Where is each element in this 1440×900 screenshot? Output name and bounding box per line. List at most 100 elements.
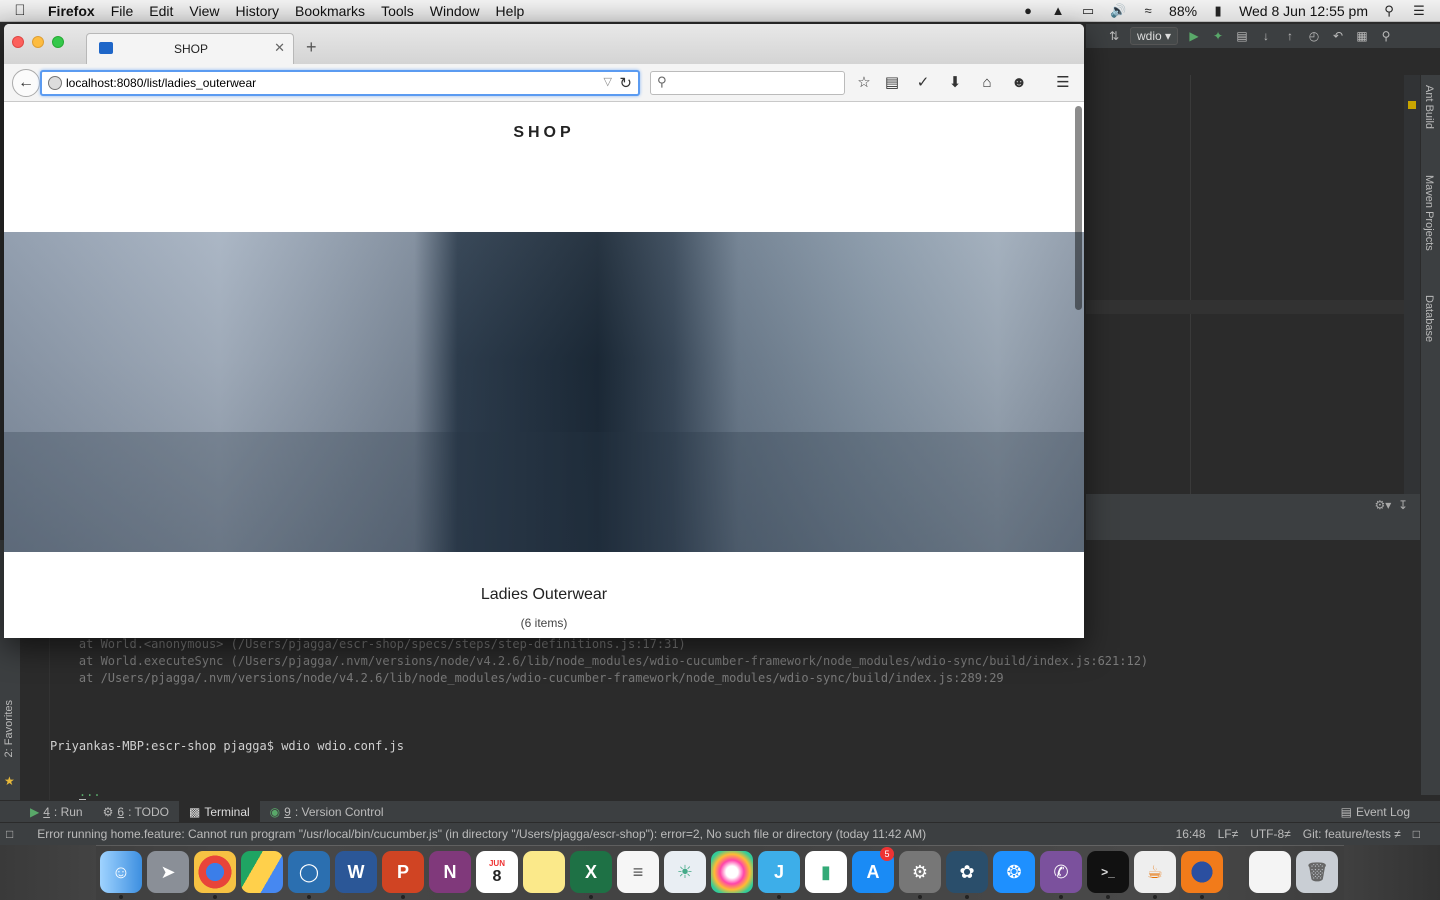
tool-tab-todo[interactable]: ⚙ 6: TODO [93, 801, 179, 823]
revert-icon[interactable]: ↶ [1330, 28, 1346, 44]
minimize-window-button[interactable] [32, 36, 44, 48]
code-editor[interactable] [1086, 75, 1404, 515]
debug-icon[interactable]: ✦ [1210, 28, 1226, 44]
search-everywhere-icon[interactable]: ⚲ [1378, 28, 1394, 44]
menu-tools[interactable]: Tools [373, 0, 422, 22]
tool-tab-maven-projects[interactable]: Maven Projects [1423, 175, 1435, 251]
menu-history[interactable]: History [227, 0, 287, 22]
status-message[interactable]: Error running home.feature: Cannot run p… [13, 827, 1175, 841]
terminal-app-icon[interactable]: >_ [1087, 851, 1129, 893]
intellij-icon[interactable]: J [758, 851, 800, 893]
caret-position[interactable]: 16:48 [1176, 827, 1206, 841]
file-encoding[interactable]: UTF-8≠ [1250, 827, 1291, 841]
structure-icon[interactable]: ▦ [1354, 28, 1370, 44]
menu-window[interactable]: Window [422, 0, 488, 22]
wifi-icon[interactable]: ≈ [1139, 3, 1157, 19]
tab-shop[interactable]: SHOP ✕ [86, 33, 294, 64]
reload-icon[interactable]: ↻ [619, 74, 632, 92]
page-scrollbar[interactable] [1075, 106, 1082, 310]
reading-list-icon[interactable]: ▤ [882, 73, 902, 93]
airplay-icon[interactable]: ▭ [1079, 3, 1097, 19]
tool-tab-event-log[interactable]: ▤ Event Log [1331, 801, 1440, 823]
url-bar[interactable]: localhost:8080/list/ladies_outerwear ▽ ↻ [40, 70, 640, 96]
skype-status-icon[interactable]: ● [1019, 3, 1037, 19]
google-drive-icon[interactable] [241, 851, 283, 893]
lock-icon[interactable]: □ [1413, 827, 1420, 841]
git-branch[interactable]: Git: feature/tests ≠ [1303, 827, 1401, 841]
tool-tab-terminal[interactable]: ▩ Terminal [178, 800, 260, 823]
menu-app-name[interactable]: Firefox [40, 0, 103, 22]
system-preferences-icon[interactable]: ⚙ [899, 851, 941, 893]
safari-icon[interactable]: ❂ [993, 851, 1035, 893]
tool-tab-run[interactable]: ▶ 4: Run [0, 801, 93, 823]
numbers-icon[interactable]: ▮ [805, 851, 847, 893]
hide-panel-icon[interactable]: ↧ [1398, 498, 1408, 512]
spotlight-search-icon[interactable]: ⚲ [1380, 3, 1398, 19]
viber-icon[interactable]: ✆ [1040, 851, 1082, 893]
sourcetree-icon[interactable]: ✿ [946, 851, 988, 893]
hamburger-menu-icon[interactable]: ☰ [1053, 73, 1073, 93]
notes-icon[interactable] [523, 851, 565, 893]
search-input[interactable]: ⚲ [650, 71, 845, 95]
tool-tab-database[interactable]: Database [1423, 295, 1435, 342]
coverage-icon[interactable]: ▤ [1234, 28, 1250, 44]
vcs-commit-icon[interactable]: ↑ [1282, 28, 1298, 44]
menu-file[interactable]: File [103, 0, 142, 22]
chrome-icon[interactable] [194, 851, 236, 893]
settings-gear-icon[interactable]: ⚙▾ [1374, 498, 1391, 512]
close-window-button[interactable] [12, 36, 24, 48]
firefox-icon[interactable] [1181, 851, 1223, 893]
battery-percent[interactable]: 88% [1169, 3, 1197, 19]
zoom-window-button[interactable] [52, 36, 64, 48]
documents-stack-icon[interactable] [1249, 851, 1291, 893]
terminal-output[interactable]: at World.<anonymous> (/Users/pjagga/escr… [50, 615, 1420, 815]
chat-app-icon[interactable]: ◯ [288, 851, 330, 893]
powerpoint-icon[interactable]: P [382, 851, 424, 893]
word-icon[interactable]: W [335, 851, 377, 893]
build-icon[interactable]: ⇅ [1106, 28, 1122, 44]
run-icon[interactable]: ▶ [1186, 28, 1202, 44]
editor-error-stripe[interactable] [1404, 75, 1420, 515]
bookmark-star-icon[interactable]: ☆ [854, 73, 874, 93]
battery-icon[interactable]: ▮ [1209, 3, 1227, 19]
clock[interactable]: Wed 8 Jun 12:55 pm [1239, 3, 1368, 19]
onenote-icon[interactable]: N [429, 851, 471, 893]
volume-icon[interactable]: 🔊 [1109, 3, 1127, 19]
vcs-history-icon[interactable]: ◴ [1306, 28, 1322, 44]
drive-sync-icon[interactable]: ▲ [1049, 3, 1067, 19]
finder-icon[interactable]: ☺ [100, 851, 142, 893]
hello-chat-icon[interactable]: ☻ [1009, 73, 1029, 93]
back-button[interactable]: ← [12, 69, 40, 97]
downloads-icon[interactable]: ⬇ [945, 73, 965, 93]
tool-tab-favorites[interactable]: 2: Favorites [3, 700, 15, 757]
calendar-icon[interactable]: JUN 8 [476, 851, 518, 893]
menu-help[interactable]: Help [488, 0, 533, 22]
page-viewport[interactable]: SHOP Ladies Outerwear (6 items) [4, 102, 1084, 638]
tool-tab-version-control[interactable]: ◉ 9: Version Control [260, 801, 394, 823]
apple-menu-icon[interactable]:  [0, 2, 40, 19]
home-icon[interactable]: ⌂ [977, 73, 997, 93]
new-tab-button[interactable]: + [306, 38, 317, 56]
pocket-icon[interactable]: ✓ [913, 73, 933, 93]
excel-icon[interactable]: X [570, 851, 612, 893]
url-text[interactable]: localhost:8080/list/ladies_outerwear [66, 76, 256, 90]
trash-icon[interactable]: 🗑 [1296, 851, 1338, 893]
status-toggle-icon[interactable]: □ [6, 827, 13, 841]
tool-tab-ant-build[interactable]: Ant Build [1423, 85, 1435, 129]
shop-logo-title[interactable]: SHOP [4, 124, 1084, 142]
reminders-icon[interactable]: ≡ [617, 851, 659, 893]
run-config-select[interactable]: wdio ▾ [1130, 27, 1179, 45]
vcs-update-icon[interactable]: ↓ [1258, 28, 1274, 44]
site-identity-icon[interactable] [48, 76, 62, 90]
launchpad-icon[interactable]: ➤ [147, 851, 189, 893]
line-separator[interactable]: LF≠ [1218, 827, 1239, 841]
preview-icon[interactable]: ☀ [664, 851, 706, 893]
menu-bookmarks[interactable]: Bookmarks [287, 0, 373, 22]
menu-view[interactable]: View [181, 0, 227, 22]
warning-marker[interactable] [1408, 101, 1416, 109]
notification-center-icon[interactable]: ☰ [1410, 3, 1428, 19]
photos-icon[interactable] [711, 851, 753, 893]
menu-edit[interactable]: Edit [141, 0, 181, 22]
java-icon[interactable]: ☕ [1134, 851, 1176, 893]
close-tab-icon[interactable]: ✕ [274, 40, 285, 56]
